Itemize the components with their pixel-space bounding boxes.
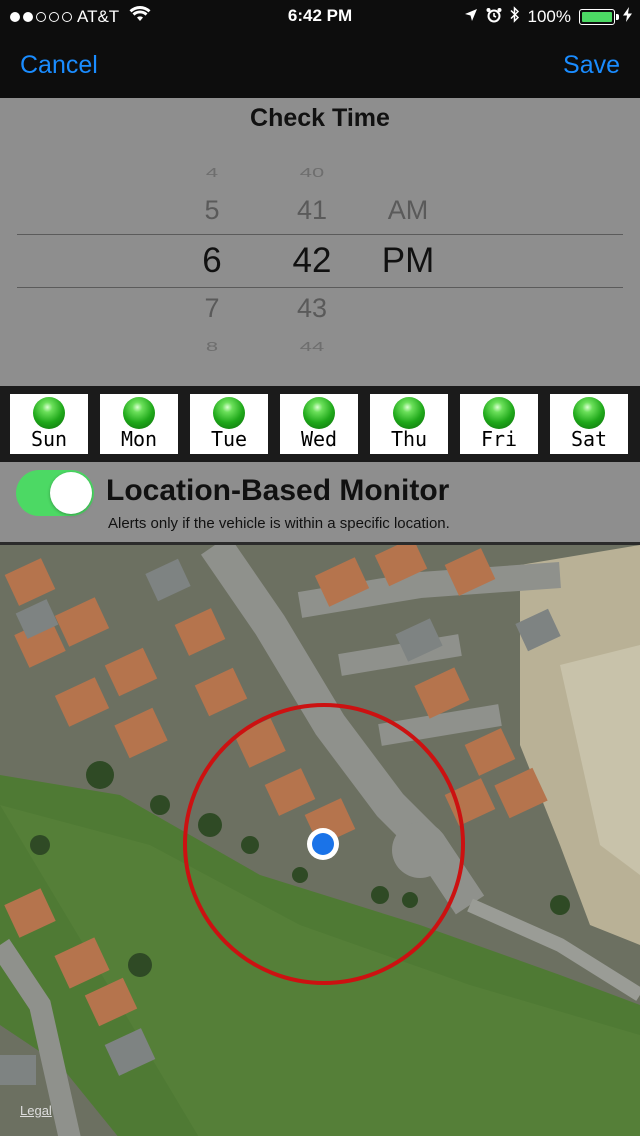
minute-option[interactable]: 44 (262, 339, 362, 355)
minute-option[interactable]: 43 (262, 293, 362, 324)
picker-divider-bottom (17, 287, 623, 288)
enabled-indicator-icon (213, 397, 245, 429)
day-toggle-thu[interactable]: Thu (370, 394, 448, 454)
location-monitor-toggle[interactable] (16, 470, 94, 516)
day-toggle-tue[interactable]: Tue (190, 394, 268, 454)
hour-selected[interactable]: 6 (172, 241, 252, 281)
day-selector: Sun Mon Tue Wed Thu Fri Sat (0, 386, 640, 462)
battery-percent: 100% (527, 7, 571, 26)
save-button[interactable]: Save (563, 51, 620, 80)
day-label: Sat (570, 427, 608, 451)
enabled-indicator-icon (483, 397, 515, 429)
day-toggle-sun[interactable]: Sun (10, 394, 88, 454)
enabled-indicator-icon (303, 397, 335, 429)
battery-icon (579, 9, 619, 25)
time-picker: Check Time 4 5 6 7 8 40 41 42 43 44 AM P… (0, 98, 640, 386)
day-toggle-wed[interactable]: Wed (280, 394, 358, 454)
ampm-option[interactable]: AM (368, 195, 448, 226)
bluetooth-icon (509, 6, 520, 28)
ampm-selected[interactable]: PM (368, 241, 448, 281)
status-right: 100% (464, 6, 632, 28)
toggle-knob (50, 472, 92, 514)
day-label: Wed (300, 427, 338, 451)
satellite-map[interactable]: Legal (0, 542, 640, 1136)
minute-option[interactable]: 40 (262, 165, 362, 181)
enabled-indicator-icon (393, 397, 425, 429)
nav-bar: Cancel Save (0, 34, 640, 98)
day-label: Tue (210, 427, 248, 451)
day-label: Sun (30, 427, 68, 451)
hour-option[interactable]: 8 (172, 339, 252, 355)
page-title: Check Time (250, 104, 390, 132)
map-imagery (0, 545, 640, 1136)
status-bar: AT&T 6:42 PM 100% (0, 0, 640, 34)
hour-option[interactable]: 4 (172, 165, 252, 181)
day-label: Thu (390, 427, 428, 451)
enabled-indicator-icon (573, 397, 605, 429)
day-label: Fri (480, 427, 518, 451)
enabled-indicator-icon (33, 397, 65, 429)
day-label: Mon (120, 427, 158, 451)
hour-option[interactable]: 7 (172, 293, 252, 324)
vehicle-location-pin-icon[interactable] (312, 833, 334, 855)
picker-divider-top (17, 234, 623, 235)
location-monitor-section: Location-Based Monitor Alerts only if th… (0, 462, 640, 542)
legal-link[interactable]: Legal (20, 1103, 52, 1118)
minute-selected[interactable]: 42 (262, 241, 362, 281)
location-arrow-icon (464, 7, 478, 27)
hour-option[interactable]: 5 (172, 195, 252, 226)
location-monitor-title: Location-Based Monitor (106, 474, 450, 507)
location-monitor-subtitle: Alerts only if the vehicle is within a s… (108, 515, 450, 532)
day-toggle-mon[interactable]: Mon (100, 394, 178, 454)
minute-option[interactable]: 41 (262, 195, 362, 226)
day-toggle-fri[interactable]: Fri (460, 394, 538, 454)
alarm-icon (486, 7, 502, 28)
cancel-button[interactable]: Cancel (20, 51, 98, 80)
charging-bolt-icon (623, 7, 632, 27)
enabled-indicator-icon (123, 397, 155, 429)
day-toggle-sat[interactable]: Sat (550, 394, 628, 454)
